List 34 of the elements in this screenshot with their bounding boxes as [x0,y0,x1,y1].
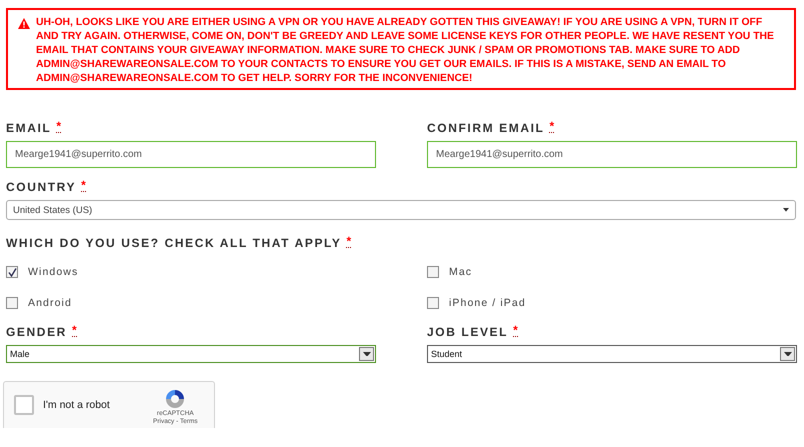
caret-icon [362,352,370,356]
warning-icon [18,18,30,29]
checkbox[interactable] [6,266,18,278]
required-mark: * [513,325,518,337]
checkbox-label: Windows [28,266,78,278]
checkbox[interactable] [427,297,439,309]
field-label: COUNTRY [6,180,76,194]
recaptcha-logo-icon [164,388,186,410]
captcha-checkbox[interactable] [14,395,34,415]
field-label: JOB LEVEL [427,325,508,339]
field-label: WHICH DO YOU USE? CHECK ALL THAT APPLY [6,236,342,250]
country-select[interactable]: United States (US) [6,200,796,220]
dropdown[interactable]: Student [427,345,797,363]
required-mark: * [549,121,554,133]
required-mark: * [346,236,352,248]
checkbox-label: iPhone / iPad [449,297,526,309]
field-label: EMAIL [6,121,52,135]
checkbox[interactable] [6,297,18,309]
email-field[interactable]: Mearge1941@superrito.com [6,141,376,168]
required-mark: * [81,180,86,192]
confirm-email-field[interactable]: Mearge1941@superrito.com [427,141,797,168]
checkbox[interactable] [427,266,439,278]
field-label: GENDER [6,325,67,339]
required-mark: * [56,121,62,133]
check-icon [8,268,16,276]
field-label: CONFIRM EMAIL [427,121,544,135]
alert-message: UH-OH, LOOKS LIKE YOU ARE EITHER USING A VPN OR YOU HAVE ALREADY GOTTEN THIS GIVEAWAY! IF YOU ARE USING A VPN, TURN IT OFF AND TRY AGAIN. OTHERWISE, COME ON, DON'T BE GREEDY AND LEAVE SOME LICENSE KEYS FOR OTHER PEOPLE. WE HAVE RESENT YOU THE EMAIL THAT CONTAINS YOUR GIVEAWAY INFORMATION. MAKE SURE TO CHECK JUNK / SPAM OR PROMOTIONS TAB. MAKE SURE TO ADD ADMIN@SHAREWAREONSALE.COM TO YOUR CONTACTS TO ENSURE YOU GET OUR EMAILS. IF THIS IS A MISTAKE, SEND AN EMAIL TO ADMIN@SHAREWAREONSALE.COM TO GET HELP. SORRY FOR THE INCONVENIENCE! [36,16,775,86]
captcha-label: I'm not a robot [43,399,111,411]
caret-icon [784,352,792,356]
required-mark: * [72,325,77,337]
checkbox-label: Mac [449,266,472,278]
dropdown[interactable]: Male [6,345,376,363]
checkbox-label: Android [28,297,72,309]
caret-icon [783,208,789,212]
